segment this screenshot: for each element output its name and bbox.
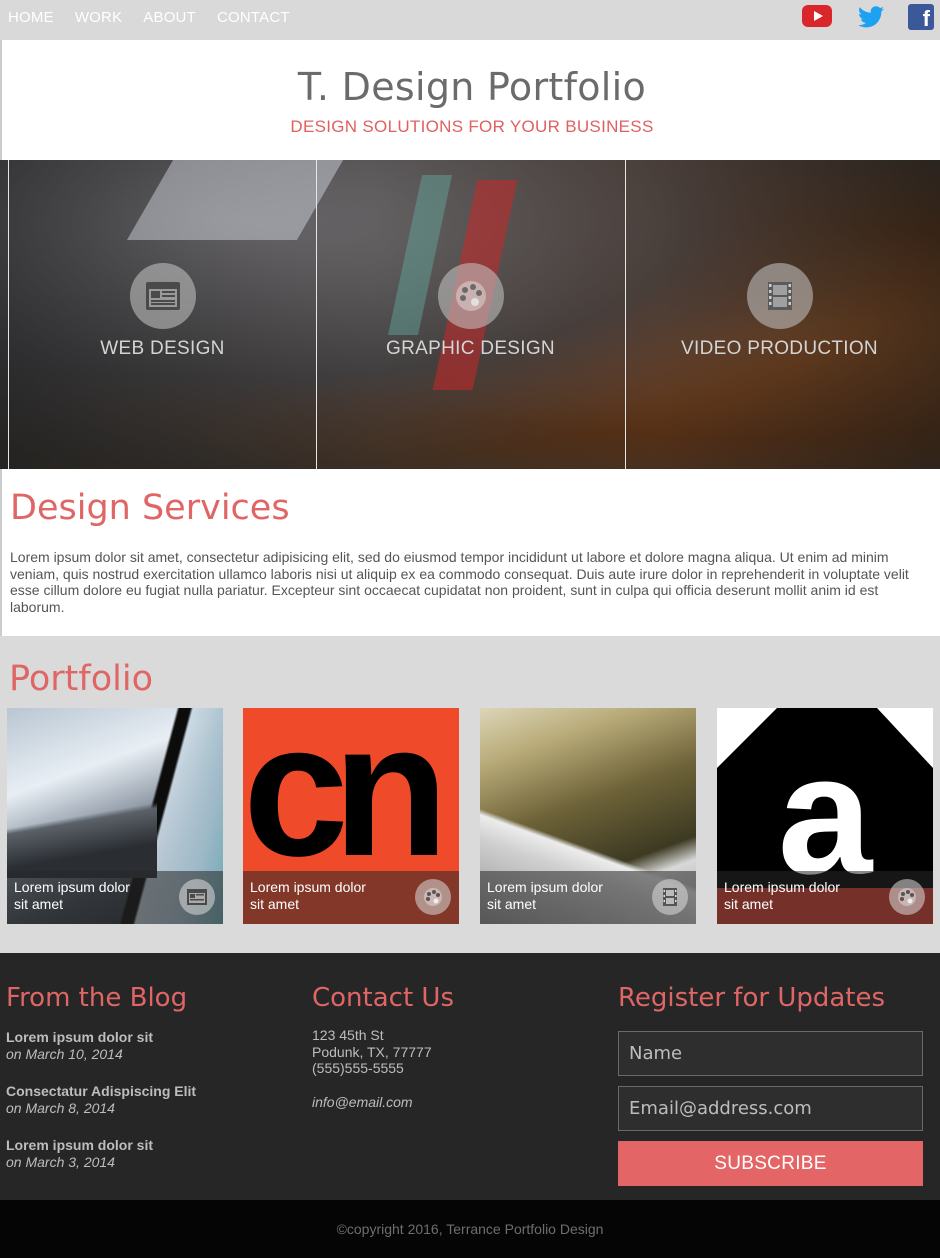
portfolio-caption-text: Lorem ipsum dolor sit amet: [724, 879, 840, 912]
facebook-icon[interactable]: f: [908, 4, 934, 30]
contact-heading: Contact Us: [312, 983, 454, 1013]
blog-post[interactable]: Lorem ipsum dolor sit on March 10, 2014: [6, 1029, 196, 1063]
hero-panel-graphic-design[interactable]: GRAPHIC DESIGN: [316, 160, 624, 469]
palette-icon: [889, 879, 925, 915]
copyright-text: ©copyright 2016, Terrance Portfolio Desi…: [336, 1221, 604, 1237]
services-heading: Design Services: [10, 488, 290, 528]
youtube-icon[interactable]: [802, 5, 832, 27]
nav-links: HOME WORK ABOUT CONTACT: [8, 9, 290, 26]
hero-banner: WEB DESIGN GRAPHIC DESIGN VIDEO PRODUCTI…: [0, 160, 940, 469]
portfolio-caption-1: Lorem ipsum dolor sit amet: [7, 871, 223, 924]
site-tagline: DESIGN SOLUTIONS FOR YOUR BUSINESS: [290, 117, 654, 136]
portfolio-item-4[interactable]: a Lorem ipsum dolor sit amet: [717, 708, 933, 924]
hero-label-graphic-design: GRAPHIC DESIGN: [386, 338, 555, 359]
contact-phone: (555)555-5555: [312, 1060, 404, 1076]
mountain-image: [7, 788, 157, 878]
browser-window-icon: [129, 263, 196, 329]
blog-post-title[interactable]: Lorem ipsum dolor sit: [6, 1029, 196, 1046]
blog-column: From the Blog Lorem ipsum dolor sit on M…: [6, 983, 196, 1171]
register-column: Register for Updates: [618, 983, 885, 1013]
site-header: T. Design Portfolio DESIGN SOLUTIONS FOR…: [0, 40, 940, 160]
services-body: Lorem ipsum dolor sit amet, consectetur …: [10, 549, 909, 615]
palette-icon: [437, 263, 504, 329]
nav-home-link[interactable]: HOME: [8, 9, 54, 26]
contact-info: 123 45th St Podunk, TX, 77777 (555)555-5…: [312, 1027, 454, 1110]
top-nav: HOME WORK ABOUT CONTACT f: [0, 0, 940, 40]
blog-heading: From the Blog: [6, 983, 188, 1013]
copyright-bar: ©copyright 2016, Terrance Portfolio Desi…: [0, 1200, 940, 1258]
film-icon: [746, 263, 813, 329]
portfolio-item-3[interactable]: Lorem ipsum dolor sit amet: [480, 708, 696, 924]
portfolio-section: Portfolio Lorem ipsum dolor sit amet cn …: [0, 636, 940, 953]
blog-post-date: on March 3, 2014: [6, 1154, 115, 1170]
palette-icon: [415, 879, 451, 915]
contact-column: Contact Us 123 45th St Podunk, TX, 77777…: [312, 983, 454, 1110]
hero-panel-web-design[interactable]: WEB DESIGN: [8, 160, 316, 469]
hero-panel-video-production[interactable]: VIDEO PRODUCTION: [625, 160, 933, 469]
portfolio-caption-text: Lorem ipsum dolor sit amet: [250, 879, 366, 912]
blog-list: Lorem ipsum dolor sit on March 10, 2014 …: [6, 1029, 196, 1171]
portfolio-caption-2: Lorem ipsum dolor sit amet: [243, 871, 459, 924]
portfolio-caption-text: Lorem ipsum dolor sit amet: [14, 879, 130, 912]
portfolio-caption-text: Lorem ipsum dolor sit amet: [487, 879, 603, 912]
portfolio-caption-3: Lorem ipsum dolor sit amet: [480, 871, 696, 924]
blog-post[interactable]: Consectatur Adispiscing Elit on March 8,…: [6, 1083, 196, 1117]
email-input[interactable]: Email@address.com: [618, 1086, 923, 1131]
portfolio-heading: Portfolio: [9, 659, 153, 699]
blog-post-title[interactable]: Consectatur Adispiscing Elit: [6, 1083, 196, 1100]
design-services-section: Design Services Lorem ipsum dolor sit am…: [0, 469, 940, 636]
twitter-icon[interactable]: [858, 6, 884, 28]
hero-label-video-production: VIDEO PRODUCTION: [681, 338, 878, 359]
blog-post-date: on March 8, 2014: [6, 1100, 115, 1116]
hero-label-web-design: WEB DESIGN: [100, 338, 225, 359]
film-icon: [652, 879, 688, 915]
contact-email[interactable]: info@email.com: [312, 1094, 454, 1110]
nav-about-link[interactable]: ABOUT: [143, 9, 196, 26]
browser-window-icon: [179, 879, 215, 915]
register-heading: Register for Updates: [618, 983, 886, 1013]
nav-work-link[interactable]: WORK: [75, 9, 122, 26]
site-title: T. Design Portfolio: [297, 65, 647, 109]
contact-city: Podunk, TX, 77777: [312, 1043, 432, 1060]
footer: From the Blog Lorem ipsum dolor sit on M…: [0, 953, 940, 1200]
subscribe-button[interactable]: SUBSCRIBE: [618, 1141, 923, 1186]
contact-street: 123 45th St: [312, 1027, 384, 1043]
blog-post[interactable]: Lorem ipsum dolor sit on March 3, 2014: [6, 1137, 196, 1171]
portfolio-item-1[interactable]: Lorem ipsum dolor sit amet: [7, 708, 223, 924]
blog-post-title[interactable]: Lorem ipsum dolor sit: [6, 1137, 196, 1154]
name-input[interactable]: Name: [618, 1031, 923, 1076]
portfolio-item-2[interactable]: cn Lorem ipsum dolor sit amet: [243, 708, 459, 924]
portfolio-caption-4: Lorem ipsum dolor sit amet: [717, 871, 933, 924]
nav-contact-link[interactable]: CONTACT: [217, 9, 290, 26]
blog-post-date: on March 10, 2014: [6, 1046, 123, 1062]
